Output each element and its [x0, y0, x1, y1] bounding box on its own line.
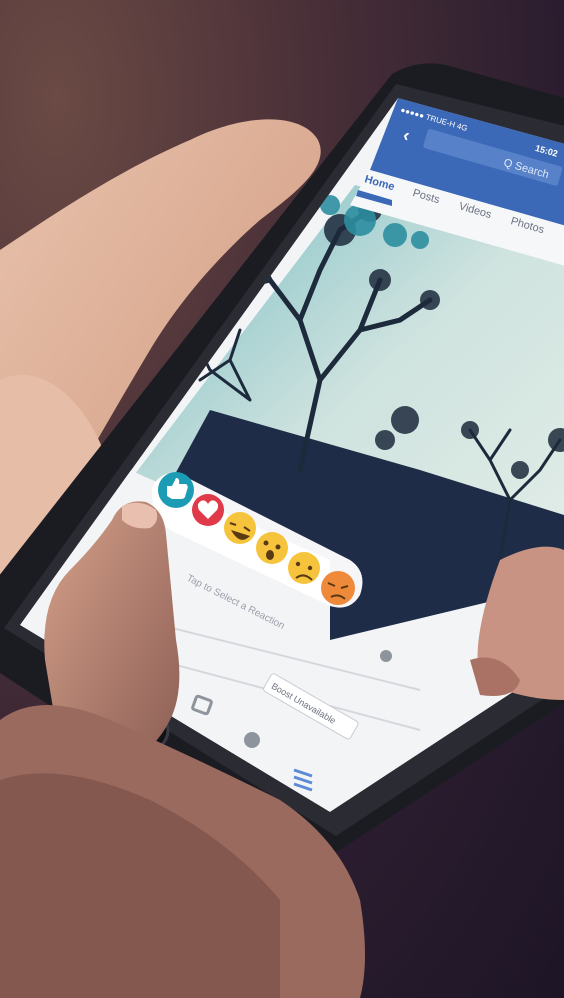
reaction-like[interactable]: [158, 472, 194, 508]
angry-face-icon: [321, 571, 355, 605]
reaction-sad[interactable]: [288, 552, 320, 584]
reaction-love[interactable]: [192, 494, 224, 526]
reaction-haha[interactable]: [224, 512, 256, 544]
sad-face-icon: [288, 552, 320, 584]
reaction-angry[interactable]: [321, 571, 355, 605]
photo-scene: ●●●●● TRUE-H 4G 15:02 ‹ Q Search Home Po…: [0, 0, 564, 998]
reaction-wow[interactable]: [256, 532, 288, 564]
scene-svg: ●●●●● TRUE-H 4G 15:02 ‹ Q Search Home Po…: [0, 63, 564, 998]
page-avatar-icon[interactable]: [380, 650, 392, 662]
globe-icon[interactable]: [244, 732, 260, 748]
